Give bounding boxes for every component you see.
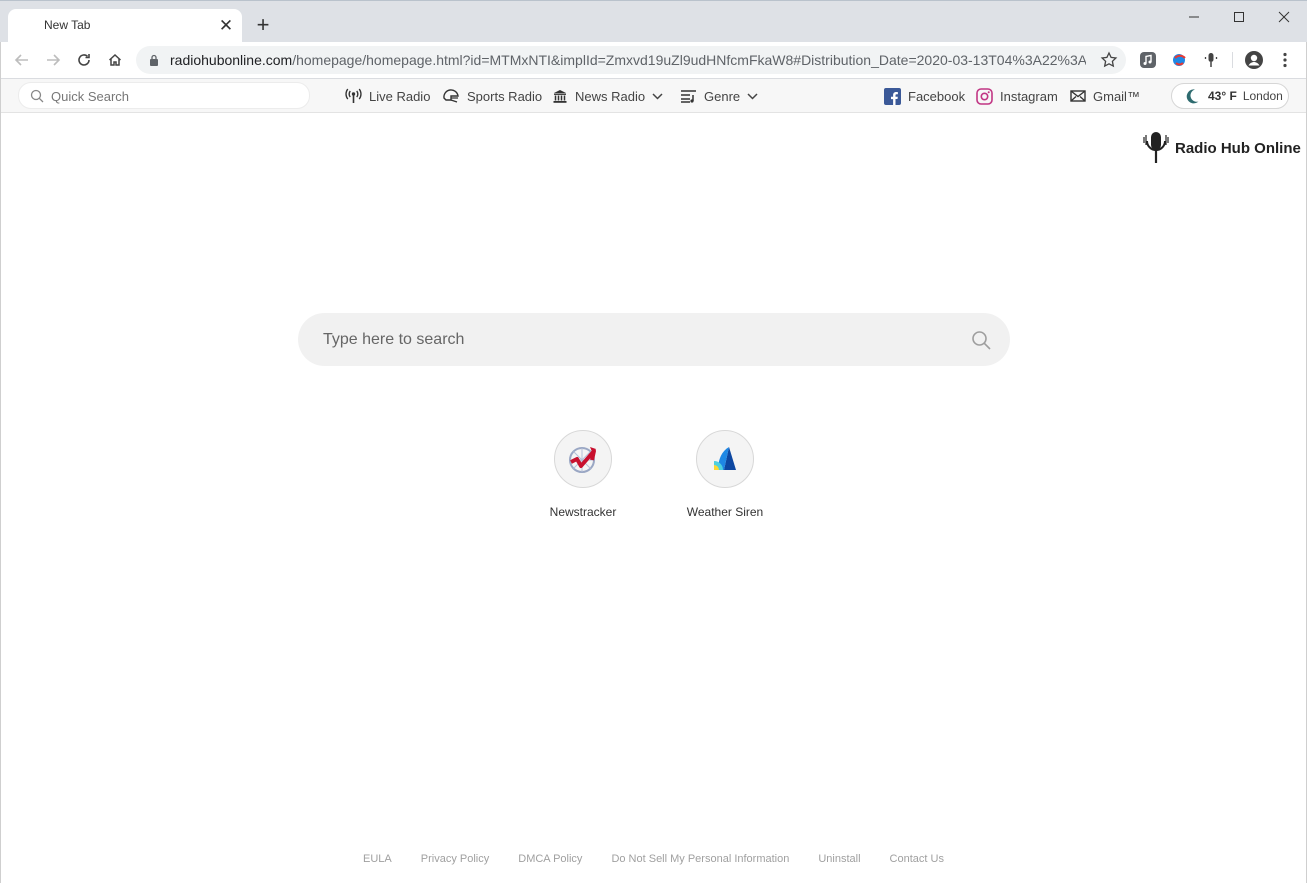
- weather-city: London: [1242, 89, 1283, 103]
- nav-live-radio-label: Live Radio: [369, 88, 431, 104]
- music-extension-icon[interactable]: [1139, 51, 1157, 69]
- news-building-icon: [553, 90, 567, 103]
- url-path: /homepage/homepage.html?id=MTMxNTI&implI…: [292, 52, 1086, 68]
- lock-icon: [150, 54, 158, 66]
- tile-weather-siren-label: Weather Siren: [686, 505, 764, 519]
- browser-toolbar: radiohubonline.com/homepage/homepage.htm…: [0, 42, 1307, 78]
- tile-newstracker[interactable]: Newstracker: [523, 430, 643, 530]
- reload-button[interactable]: [70, 46, 98, 74]
- profile-avatar-icon[interactable]: [1244, 50, 1264, 70]
- footer-link-dmca-policy[interactable]: DMCA Policy: [518, 853, 582, 869]
- nav-gmail[interactable]: Gmail™: [1070, 86, 1140, 106]
- nav-gmail-label: Gmail™: [1093, 88, 1140, 104]
- tile-newstracker-circle: [554, 430, 612, 488]
- footer-link-uninstall[interactable]: Uninstall: [818, 853, 860, 869]
- kebab-menu-icon[interactable]: [1277, 51, 1293, 69]
- logo-text: Radio Hub Online: [1175, 139, 1301, 157]
- reload-icon: [78, 54, 90, 66]
- facebook-icon: [884, 87, 901, 105]
- broadcast-antenna-icon: [345, 88, 362, 103]
- quick-search-box: [18, 82, 310, 109]
- nav-facebook-label: Facebook: [908, 88, 966, 104]
- nav-sports-radio[interactable]: Sports Radio: [442, 86, 542, 106]
- microphone-logo-icon: [1143, 132, 1169, 163]
- toolbar-divider: [1232, 52, 1233, 68]
- tile-newstracker-label: Newstracker: [549, 505, 617, 519]
- nav-genre-label: Genre: [704, 88, 741, 104]
- newstracker-logo-icon: [569, 447, 596, 473]
- maximize-icon: [1234, 12, 1244, 22]
- footer-link-contact-us[interactable]: Contact Us: [890, 853, 944, 869]
- footer-link-do-not-sell[interactable]: Do Not Sell My Personal Information: [611, 853, 789, 869]
- search-icon[interactable]: [971, 330, 991, 350]
- weather-widget[interactable]: 43° F London: [1171, 83, 1289, 109]
- close-icon: [1278, 11, 1290, 23]
- nav-sports-radio-label: Sports Radio: [467, 88, 543, 104]
- back-arrow-icon: [14, 54, 28, 66]
- sports-helmet-icon: [443, 89, 459, 103]
- url-domain: radiohubonline.com: [170, 52, 293, 68]
- nav-news-radio[interactable]: News Radio: [552, 86, 663, 106]
- minimize-button[interactable]: [1172, 5, 1216, 29]
- window-frame-left: [0, 42, 1, 883]
- mail-envelope-icon: [1070, 90, 1086, 102]
- footer: EULA Privacy Policy DMCA Policy Do Not S…: [0, 853, 1307, 869]
- instagram-icon: [976, 87, 993, 105]
- chevron-down-icon: [652, 92, 663, 100]
- home-button[interactable]: [101, 46, 129, 74]
- tab-strip: New Tab ✕ +: [0, 0, 1307, 43]
- address-bar[interactable]: radiohubonline.com/homepage/homepage.htm…: [136, 46, 1126, 74]
- tile-weather-siren-circle: [696, 430, 754, 488]
- weather-siren-logo-icon: [714, 447, 736, 470]
- nav-instagram[interactable]: Instagram: [976, 86, 1058, 106]
- quick-search-input[interactable]: [51, 88, 301, 104]
- forward-arrow-icon: [47, 54, 61, 66]
- close-window-button[interactable]: [1262, 5, 1306, 29]
- main-search-input[interactable]: [323, 330, 943, 350]
- nav-genre[interactable]: Genre: [680, 86, 758, 106]
- chevron-down-icon: [747, 92, 758, 100]
- genre-list-icon: [681, 90, 696, 103]
- url-text: radiohubonline.com/homepage/homepage.htm…: [170, 52, 1086, 68]
- footer-link-privacy-policy[interactable]: Privacy Policy: [421, 853, 489, 869]
- site-logo[interactable]: Radio Hub Online: [1142, 130, 1301, 166]
- browser-tab[interactable]: New Tab ✕: [8, 9, 242, 43]
- maximize-button[interactable]: [1217, 5, 1261, 29]
- tab-title: New Tab: [44, 18, 91, 32]
- main-search-box: [298, 313, 1010, 366]
- home-icon: [108, 53, 122, 66]
- forward-button[interactable]: [39, 46, 67, 74]
- close-tab-icon[interactable]: ✕: [216, 16, 236, 36]
- footer-link-eula[interactable]: EULA: [363, 853, 392, 869]
- tile-weather-siren[interactable]: Weather Siren: [665, 430, 785, 530]
- new-tab-button[interactable]: +: [252, 14, 274, 36]
- moon-icon: [1186, 89, 1199, 104]
- bookmark-star-icon[interactable]: [1100, 51, 1118, 69]
- nav-live-radio[interactable]: Live Radio: [345, 86, 430, 106]
- nav-facebook[interactable]: Facebook: [884, 86, 965, 106]
- back-button[interactable]: [8, 46, 36, 74]
- site-nav-bar: Live Radio Sports Radio News Radio Genre…: [0, 79, 1307, 113]
- nav-news-radio-label: News Radio: [575, 88, 646, 104]
- weather-temperature: 43° F: [1208, 89, 1237, 103]
- minimize-icon: [1189, 16, 1199, 18]
- radio-extension-icon[interactable]: [1171, 51, 1189, 69]
- microphone-extension-icon[interactable]: [1202, 51, 1220, 69]
- search-icon: [30, 89, 44, 103]
- nav-instagram-label: Instagram: [1000, 88, 1058, 104]
